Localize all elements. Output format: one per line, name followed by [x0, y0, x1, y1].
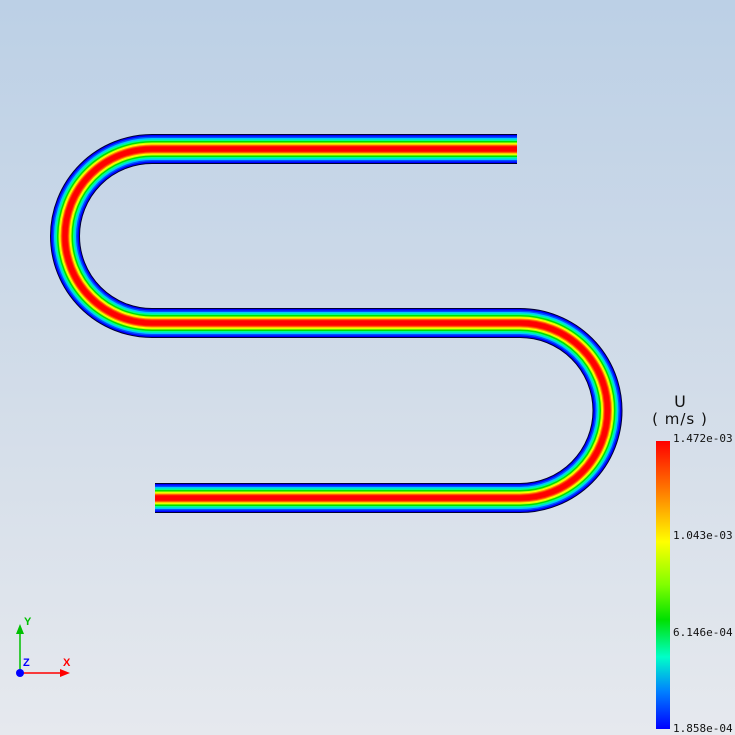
- colorbar-tick-3: 6.146e-04: [673, 626, 733, 639]
- colorbar-tick-min: 1.858e-04: [673, 722, 733, 735]
- legend-unit: ( m/s ): [652, 410, 708, 428]
- x-axis-arrow: [60, 669, 70, 677]
- flow-viewport[interactable]: [0, 0, 735, 735]
- contour-band-10: [62, 146, 610, 501]
- colorbar-tick-2: 1.043e-03: [673, 529, 733, 542]
- legend-title: U: [674, 392, 686, 411]
- y-axis-label: Y: [24, 616, 32, 628]
- z-axis-label: Z: [23, 657, 30, 669]
- z-axis-dot: [16, 669, 24, 677]
- axis-triad[interactable]: [16, 624, 70, 677]
- colorbar-tick-max: 1.472e-03: [673, 432, 733, 445]
- x-axis-label: X: [63, 657, 71, 669]
- velocity-contour-channel[interactable]: [50, 134, 623, 513]
- y-axis-arrow: [16, 624, 24, 634]
- colorbar: [656, 441, 670, 729]
